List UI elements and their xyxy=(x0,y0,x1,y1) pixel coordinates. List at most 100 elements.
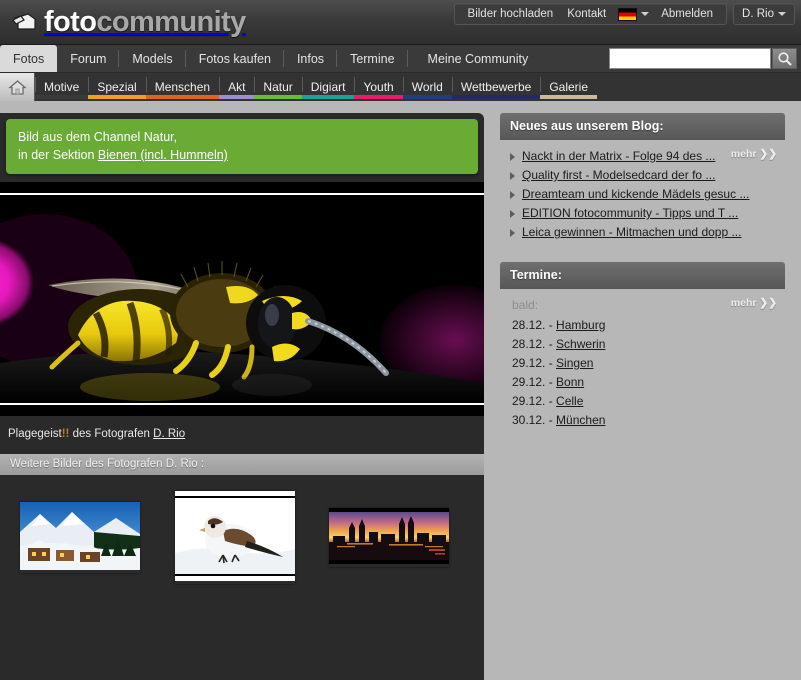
thumbnail-cell xyxy=(20,491,175,584)
termine-panel-title: Termine: xyxy=(500,262,785,289)
arrow-right-icon xyxy=(510,210,515,218)
subnav-item-wettbewerbe[interactable]: Wettbewerbe xyxy=(451,73,541,101)
user-menu-label[interactable]: D. Rio xyxy=(742,5,774,23)
subnav-item-youth[interactable]: Youth xyxy=(354,73,403,101)
search-input[interactable] xyxy=(609,48,771,69)
section-link[interactable]: Bienen (incl. Hummeln) xyxy=(98,148,228,162)
list-item: 28.12. - Schwerin xyxy=(504,335,781,354)
termine-mehr-link[interactable]: mehr ❯❯ xyxy=(731,297,777,309)
logo-text-community: community xyxy=(96,6,246,38)
user-menu[interactable]: D. Rio xyxy=(733,3,795,25)
photo-byline-prefix: des Fotografen xyxy=(69,428,154,440)
list-item: Leica gewinnen - Mitmachen und dopp ... xyxy=(504,223,781,242)
tab-models[interactable]: Models xyxy=(119,45,186,72)
tab-infos[interactable]: Infos xyxy=(284,45,338,72)
photo-column: Bild aus dem Channel Natur, in der Sekti… xyxy=(0,113,484,680)
tab-forum[interactable]: Forum xyxy=(57,45,120,72)
list-item: 28.12. - Hamburg xyxy=(504,316,781,335)
photo-title: Plagegeist xyxy=(8,428,62,440)
chevron-down-icon xyxy=(778,12,786,16)
main-photo[interactable] xyxy=(0,195,484,403)
termin-date: 30.12. - xyxy=(512,413,553,427)
thumb-city-skyline[interactable] xyxy=(329,508,450,567)
blog-link[interactable]: Leica gewinnen - Mitmachen und dopp ... xyxy=(522,225,741,239)
list-item: Dreamteam und kickende Mädels gesuc ... xyxy=(504,185,781,204)
logout-link[interactable]: Abmelden xyxy=(654,5,720,23)
subnav-item-digiart[interactable]: Digiart xyxy=(301,73,355,101)
blog-link[interactable]: Dreamteam und kickende Mädels gesuc ... xyxy=(522,187,749,201)
thumb-alpine-village[interactable] xyxy=(20,502,140,573)
tab-termine[interactable]: Termine xyxy=(337,45,409,72)
subnav-item-world[interactable]: World xyxy=(402,73,452,101)
blog-panel-body: mehr ❯❯ Nackt in der Matrix - Folge 94 d… xyxy=(500,140,785,248)
arrow-right-icon xyxy=(510,153,515,161)
termin-city-link[interactable]: München xyxy=(556,413,605,427)
home-icon xyxy=(7,79,27,95)
photo-bottom-border xyxy=(0,403,484,416)
chevron-down-icon xyxy=(641,12,650,16)
thumb-city-skyline-image xyxy=(329,508,450,564)
sidebar: Neues aus unserem Blog: mehr ❯❯ Nackt in… xyxy=(500,113,785,436)
list-item: EDITION fotocommunity - Tipps und T ... xyxy=(504,204,781,223)
blog-link[interactable]: Nackt in der Matrix - Folge 94 des ... xyxy=(522,149,715,163)
arrow-right-icon xyxy=(510,191,515,199)
tab-fotos[interactable]: Fotos xyxy=(0,45,58,72)
page-body: Bild aus dem Channel Natur, in der Sekti… xyxy=(0,101,801,680)
termin-city-link[interactable]: Schwerin xyxy=(556,337,605,351)
blog-link[interactable]: Quality first - Modelsedcard der fo ... xyxy=(522,168,715,182)
termin-city-link[interactable]: Singen xyxy=(556,356,593,370)
termin-city-link[interactable]: Hamburg xyxy=(556,318,605,332)
search-area xyxy=(609,48,797,69)
termin-date: 29.12. - xyxy=(512,394,553,408)
site-header: fotocommunity Bilder hochladen Kontakt A… xyxy=(0,0,801,45)
thumb-snow-bird[interactable] xyxy=(174,491,295,584)
blog-panel-title: Neues aus unserem Blog: xyxy=(500,113,785,140)
termine-panel: Termine: mehr ❯❯ bald: 28.12. - Hamburg … xyxy=(500,262,785,436)
list-item: 29.12. - Celle xyxy=(504,392,781,411)
tab-fotos-kaufen[interactable]: Fotos kaufen xyxy=(186,45,285,72)
subnav-color-bar xyxy=(219,95,255,99)
subnav-color-bar xyxy=(35,95,89,99)
subnav-color-bar xyxy=(254,95,302,99)
site-logo[interactable]: fotocommunity xyxy=(12,4,246,40)
subnav-item-akt[interactable]: Akt xyxy=(219,73,255,101)
channel-banner: Bild aus dem Channel Natur, in der Sekti… xyxy=(6,119,478,174)
list-item: 29.12. - Bonn xyxy=(504,373,781,392)
channel-banner-line2-prefix: in der Sektion xyxy=(18,148,98,162)
arrow-right-icon xyxy=(510,172,515,180)
home-button[interactable] xyxy=(0,73,35,101)
arrow-right-icon xyxy=(510,229,515,237)
blog-mehr-link[interactable]: mehr ❯❯ xyxy=(731,148,777,160)
thumbnail-strip xyxy=(0,475,484,584)
upload-images-link[interactable]: Bilder hochladen xyxy=(461,5,561,23)
list-item: Quality first - Modelsedcard der fo ... xyxy=(504,166,781,185)
blog-link[interactable]: EDITION fotocommunity - Tipps und T ... xyxy=(522,206,738,220)
logo-text-foto: foto xyxy=(44,6,97,38)
contact-link[interactable]: Kontakt xyxy=(560,5,613,23)
termin-city-link[interactable]: Bonn xyxy=(556,375,584,389)
termin-date: 29.12. - xyxy=(512,375,553,389)
photo-top-border xyxy=(0,182,484,195)
photographer-link[interactable]: D. Rio xyxy=(153,428,185,440)
language-selector[interactable] xyxy=(613,7,654,21)
tab-meine-community[interactable]: Meine Community xyxy=(408,45,545,72)
thumb-alpine-village-image xyxy=(20,502,140,570)
thumb-snow-bird-image xyxy=(174,491,295,581)
german-flag-icon xyxy=(618,7,638,21)
subnav-item-spezial[interactable]: Spezial xyxy=(88,73,146,101)
list-item: 30.12. - München xyxy=(504,411,781,430)
subnav-color-bar xyxy=(145,95,220,99)
subnav-item-galerie[interactable]: Galerie xyxy=(540,73,598,101)
termin-city-link[interactable]: Celle xyxy=(556,394,583,408)
termine-panel-body: mehr ❯❯ bald: 28.12. - Hamburg 28.12. - … xyxy=(500,289,785,436)
main-photo-image xyxy=(0,195,484,403)
subnav-item-natur[interactable]: Natur xyxy=(254,73,302,101)
termin-date: 29.12. - xyxy=(512,356,553,370)
termin-date: 28.12. - xyxy=(512,337,553,351)
search-button[interactable] xyxy=(772,48,797,69)
subnav-color-bar xyxy=(301,95,355,99)
subnav-item-motive[interactable]: Motive xyxy=(35,73,89,101)
channel-banner-line1: Bild aus dem Channel Natur, xyxy=(18,130,178,144)
subnav-item-menschen[interactable]: Menschen xyxy=(145,73,220,101)
